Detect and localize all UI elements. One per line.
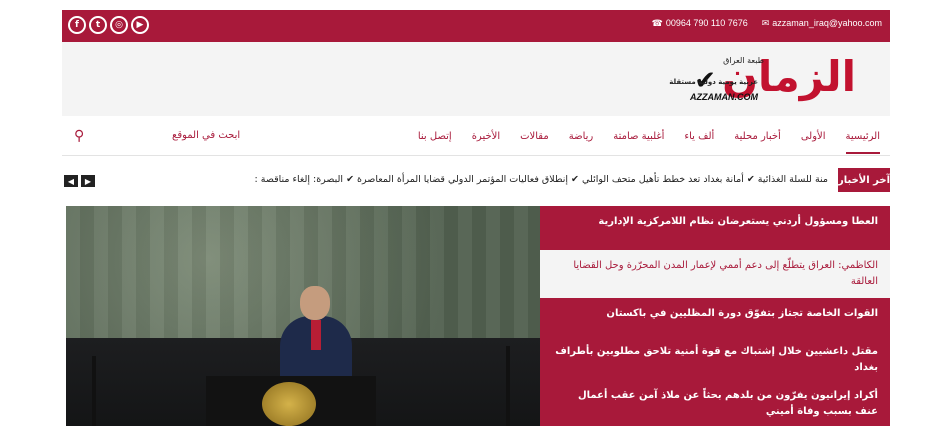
social-links: f t ◎ ▶ — [68, 16, 149, 34]
headline-item[interactable]: القوات الخاصة تجتاز بتفوّق دورة المظليين… — [540, 298, 890, 336]
nav-item-contact[interactable]: إتصل بنا — [418, 131, 452, 142]
logo-tagline: عربية يومية دولية مستقلة — [669, 78, 758, 86]
photo-pole-left — [92, 356, 96, 426]
headline-item[interactable]: الكاظمي: العراق يتطلّع إلى دعم أممي لإعم… — [540, 250, 890, 298]
facebook-icon[interactable]: f — [68, 16, 86, 34]
speaker-tie — [311, 320, 321, 350]
contact-info: ☎ 00964 790 110 7676 ✉ azzaman_iraq@yahoo.… — [652, 18, 882, 29]
un-emblem-icon — [262, 382, 316, 426]
email-icon: ✉ — [761, 18, 770, 28]
phone-contact[interactable]: ☎ 00964 790 110 7676 — [652, 18, 748, 29]
nav-item-articles[interactable]: مقالات — [520, 131, 549, 142]
nav-item-sports[interactable]: رياضة — [569, 131, 594, 142]
site-logo[interactable]: الزمان طبعة العراق ✔ عربية يومية دولية م… — [612, 50, 858, 110]
ticker-text[interactable]: منة للسلة الغذائية ✔ أمانة بغداد تعد خطط… — [255, 174, 828, 185]
phone-icon: ☎ — [651, 18, 663, 28]
headline-list: العطا ومسؤول أردني يستعرضان نظام اللامرك… — [540, 206, 890, 426]
speaker-head — [300, 286, 330, 320]
news-ticker: ◀ ▶ منة للسلة الغذائية ✔ أمانة بغداد تعد… — [62, 166, 890, 194]
email-contact[interactable]: ✉ azzaman_iraq@yahoo.com — [762, 18, 882, 29]
twitter-icon[interactable]: t — [89, 16, 107, 34]
ticker-prev-button[interactable]: ◀ — [64, 175, 78, 187]
top-bar: f t ◎ ▶ ☎ 00964 790 110 7676 ✉ azzaman_ira… — [62, 10, 890, 42]
youtube-icon[interactable]: ▶ — [131, 16, 149, 34]
main-navigation: الرئيسية الأولى أخبار محلية ألف ياء أغلب… — [62, 116, 890, 156]
search-icon[interactable]: ⚲ — [74, 128, 84, 144]
search-label[interactable]: ابحث في الموقع — [172, 130, 240, 141]
ticker-next-button[interactable]: ▶ — [81, 175, 95, 187]
ticker-controls: ◀ ▶ — [64, 175, 95, 187]
instagram-icon[interactable]: ◎ — [110, 16, 128, 34]
photo-pole-right — [506, 346, 510, 426]
brand-header: الزمان طبعة العراق ✔ عربية يومية دولية م… — [62, 42, 890, 116]
nav-item-first[interactable]: الأولى — [801, 131, 826, 142]
headline-item[interactable]: العطا ومسؤول أردني يستعرضان نظام اللامرك… — [540, 206, 890, 250]
headline-item[interactable]: أكراد إيرانيون يفرّون من بلدهم بحثاً عن … — [540, 380, 890, 426]
headline-item[interactable]: مقتل داعشيين خلال إشتباك مع قوة أمنية تل… — [540, 336, 890, 380]
nav-item-silent-majority[interactable]: أغلبية صامتة — [613, 131, 664, 142]
nav-item-alif-ya[interactable]: ألف ياء — [684, 131, 714, 142]
nav-items: الرئيسية الأولى أخبار محلية ألف ياء أغلب… — [418, 116, 880, 156]
logo-edition: طبعة العراق — [723, 56, 764, 65]
phone-number: 00964 790 110 7676 — [665, 18, 748, 28]
nav-item-home[interactable]: الرئيسية — [845, 119, 880, 154]
featured-photo[interactable] — [66, 206, 540, 426]
email-address: azzaman_iraq@yahoo.com — [772, 18, 882, 28]
logo-site: AZZAMAN.COM — [690, 92, 758, 102]
nav-item-last[interactable]: الأخيرة — [472, 131, 500, 142]
nav-item-local[interactable]: أخبار محلية — [734, 131, 781, 142]
ticker-label: آخر الأخبار — [838, 168, 890, 192]
